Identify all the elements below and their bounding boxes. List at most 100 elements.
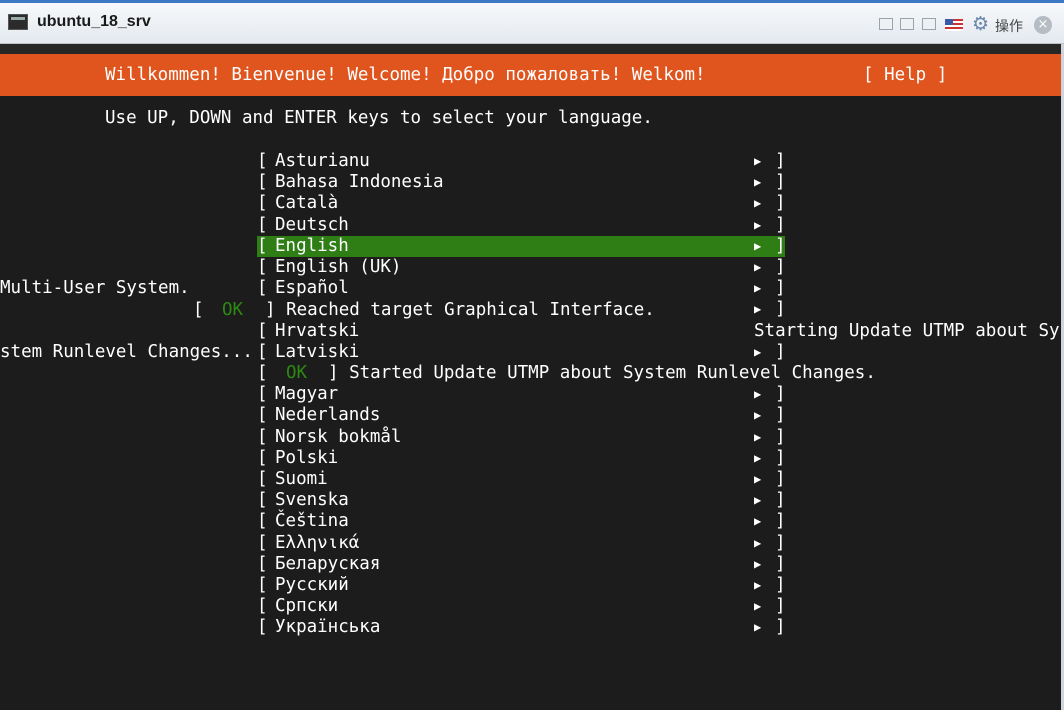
language-option-close-bracket: ] — [775, 553, 786, 574]
language-option-label: Српски — [275, 596, 339, 617]
language-option-close-bracket: ] — [775, 235, 786, 256]
language-option-close-bracket: ] — [775, 575, 786, 595]
language-option[interactable]: [Suomi ▶] — [257, 469, 786, 490]
submenu-arrow-icon: ▶ — [754, 429, 762, 444]
language-option[interactable]: [Magyar ▶] — [257, 384, 786, 405]
terminal-app-icon — [8, 14, 28, 30]
language-option-label: Español — [275, 278, 349, 299]
gear-icon[interactable]: ⚙ — [972, 14, 989, 34]
language-option-label: Polski — [275, 447, 339, 468]
language-option-close-bracket: ] — [775, 447, 786, 468]
language-option[interactable]: [Deutsch ▶] — [257, 214, 786, 236]
language-option-label: Suomi — [275, 469, 328, 489]
boot-log-line: ] Started Update UTMP about System Runle… — [328, 363, 876, 383]
boot-log-ok-status: OK — [222, 300, 244, 320]
language-option-label: Русский — [275, 575, 349, 595]
language-option[interactable]: [Asturianu ▶] — [257, 151, 786, 172]
window-title: ubuntu_18_srv — [37, 13, 151, 30]
language-option[interactable]: [Català ▶] — [257, 193, 786, 214]
submenu-arrow-icon: ▶ — [754, 238, 762, 253]
restore-icon[interactable] — [879, 18, 893, 30]
submenu-arrow-icon: ▶ — [754, 281, 762, 296]
language-option-close-bracket: ] — [775, 532, 786, 553]
submenu-arrow-icon: ▶ — [754, 175, 762, 190]
submenu-arrow-icon: ▶ — [754, 493, 762, 508]
submenu-arrow-icon: ▶ — [754, 217, 762, 232]
language-option-label: Ελληνικά — [275, 532, 360, 553]
language-option-label: Українська — [275, 617, 381, 638]
boot-log-open-bracket: [ — [257, 363, 268, 383]
language-option-close-bracket: ] — [775, 405, 786, 426]
language-option-open-bracket: [ — [257, 490, 268, 511]
language-option-close-bracket: ] — [775, 151, 786, 171]
us-flag-icon[interactable] — [945, 19, 963, 31]
operations-menu-label[interactable]: 操作 — [995, 16, 1023, 36]
boot-log-line: Multi-User System. — [0, 278, 190, 298]
minimize-icon[interactable] — [900, 18, 914, 30]
language-option-open-bracket: [ — [257, 214, 268, 235]
submenu-arrow-icon: ▶ — [754, 196, 762, 211]
language-option-open-bracket: [ — [257, 235, 268, 256]
language-option[interactable]: [Hrvatski — [257, 321, 785, 342]
boot-log-line: ] Reached target Graphical Interface. — [265, 300, 655, 320]
language-option-close-bracket: ] — [775, 278, 786, 299]
language-option[interactable]: [Latviski ▶] — [257, 341, 786, 363]
language-option-open-bracket: [ — [257, 447, 268, 468]
submenu-arrow-icon: ▶ — [754, 514, 762, 529]
language-option-label: Magyar — [275, 384, 339, 405]
language-option-open-bracket: [ — [257, 384, 268, 405]
language-option-close-bracket: ] — [775, 426, 786, 447]
language-option[interactable]: [Ελληνικά ▶] — [257, 532, 786, 554]
language-option-close-bracket: ] — [775, 469, 786, 489]
language-option-open-bracket: [ — [257, 532, 268, 553]
boot-log-line: Starting Update UTMP about Sy — [754, 321, 1060, 341]
language-option-close-bracket: ] — [775, 193, 786, 214]
language-option[interactable]: [Svenska ▶] — [257, 490, 786, 511]
language-option[interactable]: [ Српски ▶] — [257, 596, 786, 617]
language-option-open-bracket: [ — [257, 596, 268, 617]
language-option[interactable]: [ English (UK) ▶] — [257, 257, 786, 278]
language-option-close-bracket: ] — [775, 341, 786, 362]
language-option[interactable]: [Українська ▶] — [257, 617, 786, 638]
language-option-close-bracket: ] — [775, 617, 786, 638]
submenu-arrow-icon: ▶ — [754, 599, 762, 614]
submenu-arrow-icon: ▶ — [754, 387, 762, 402]
language-option[interactable]: [Norsk bokmål ▶] — [257, 426, 786, 448]
language-option-label: Norsk bokmål — [275, 426, 402, 447]
instructions-text: Use UP, DOWN and ENTER keys to select yo… — [105, 108, 653, 128]
language-option[interactable]: [ Polski ▶] — [257, 447, 786, 469]
language-option[interactable]: [Русский ▶] — [257, 575, 786, 596]
language-option[interactable]: [Bahasa Indonesia ▶] — [257, 172, 786, 193]
language-option-close-bracket: ] — [775, 257, 786, 277]
language-option-open-bracket: [ — [257, 257, 268, 277]
language-option-close-bracket: ] — [775, 596, 786, 617]
language-option-label: Nederlands — [275, 405, 381, 426]
maximize-icon[interactable] — [922, 18, 936, 30]
submenu-arrow-icon: ▶ — [754, 344, 762, 359]
help-button[interactable]: [ Help ] — [863, 65, 947, 86]
close-icon[interactable]: × — [1034, 16, 1052, 34]
language-option[interactable]: [Nederlands ▶] — [257, 405, 786, 426]
language-option-label: English (UK) — [275, 257, 402, 277]
submenu-arrow-icon: ▶ — [754, 260, 762, 274]
language-option-label: Asturianu — [275, 151, 370, 171]
language-option[interactable]: [Čeština ▶] — [257, 511, 786, 532]
language-option[interactable]: [Беларуская ▶] — [257, 553, 786, 575]
language-option-close-bracket: ] — [775, 490, 786, 511]
language-option[interactable]: [English ▶] — [257, 235, 786, 257]
language-option-close-bracket: ] — [775, 172, 786, 193]
language-option-open-bracket: [ — [257, 193, 268, 214]
language-option-open-bracket: [ — [257, 511, 268, 532]
terminal-console[interactable]: Willkommen! Bienvenue! Welcome! Добро по… — [0, 44, 1064, 710]
welcome-banner: Willkommen! Bienvenue! Welcome! Добро по… — [105, 65, 706, 85]
language-option-open-bracket: [ — [257, 469, 268, 489]
language-option-open-bracket: [ — [257, 553, 268, 574]
submenu-arrow-icon: ▶ — [754, 302, 762, 317]
language-option[interactable]: [ Español ▶] — [257, 278, 786, 299]
language-option-label: Hrvatski — [275, 320, 360, 341]
language-option-label: Bahasa Indonesia — [275, 172, 444, 193]
language-option-open-bracket: [ — [257, 278, 268, 299]
language-option-label: Čeština — [275, 511, 349, 532]
language-option-open-bracket: [ — [257, 341, 268, 362]
submenu-arrow-icon: ▶ — [754, 450, 762, 465]
